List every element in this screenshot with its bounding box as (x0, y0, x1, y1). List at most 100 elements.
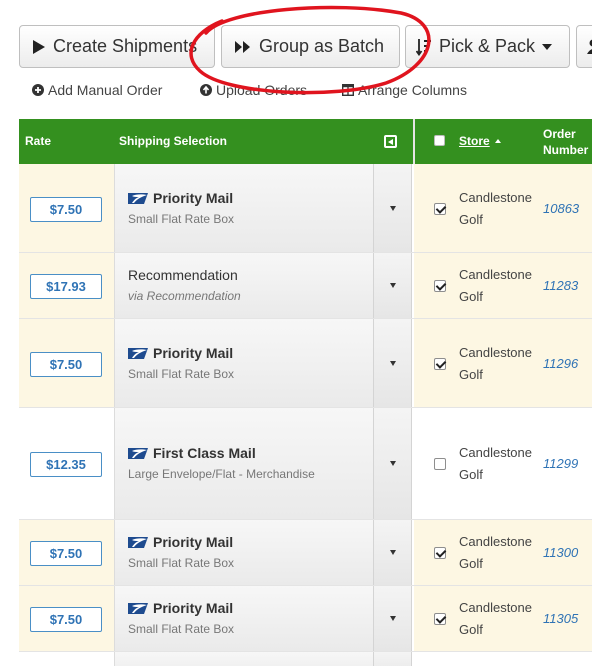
service-dropdown-toggle (373, 652, 412, 666)
pick-and-pack-button[interactable]: Pick & Pack (405, 25, 570, 68)
shipping-selection-cell[interactable]: Priority Mail Small Flat Rate Box (114, 319, 373, 407)
shipping-selection-cell[interactable]: Priority Mail Small Flat Rate Box (114, 586, 373, 651)
row-checkbox[interactable] (434, 280, 446, 292)
collapse-column-icon[interactable] (384, 135, 397, 148)
service-name: Recommendation (128, 267, 238, 283)
select-all-checkbox[interactable] (434, 135, 445, 146)
rate-cell (19, 652, 114, 666)
sort-ascending-icon (495, 139, 501, 143)
header-shipping-selection[interactable]: Shipping Selection (119, 134, 227, 148)
rate-button[interactable]: $7.50 (30, 196, 102, 222)
row-checkbox[interactable] (434, 613, 446, 625)
service-dropdown-toggle[interactable] (373, 408, 412, 519)
rate-cell: $17.93 (19, 253, 114, 318)
service-dropdown-toggle[interactable] (373, 253, 412, 318)
service-dropdown-toggle[interactable] (373, 164, 412, 252)
caret-down-icon (542, 43, 553, 50)
row-checkbox[interactable] (434, 202, 446, 215)
service-name: Priority Mail (153, 189, 234, 206)
order-number-link[interactable]: 11300 (543, 545, 578, 560)
store-name: Candlestone Golf (459, 344, 532, 382)
order-info-cell: Candlestone Golf 10863 (414, 164, 592, 252)
group-as-batch-button[interactable]: Group as Batch (221, 25, 400, 68)
header-order-line1: Order (543, 127, 576, 141)
service-line: Priority Mail (128, 600, 233, 616)
table-row[interactable]: $7.50 Priority Mail Small Flat Rate Box Can… (19, 520, 592, 586)
usps-eagle-icon (128, 603, 148, 614)
sort-list-icon (416, 38, 431, 56)
arrange-columns-link[interactable]: Arrange Columns (342, 81, 467, 99)
header-rate[interactable]: Rate (25, 134, 51, 148)
rate-button[interactable]: $7.50 (30, 541, 102, 566)
columns-icon (342, 84, 354, 96)
service-dropdown-toggle[interactable] (373, 319, 412, 407)
caret-down-icon (390, 283, 396, 288)
header-store[interactable]: Store (459, 134, 490, 148)
usps-eagle-icon (128, 347, 148, 359)
order-number-link[interactable]: 10863 (543, 201, 579, 216)
order-number-link[interactable]: 11283 (543, 278, 578, 293)
order-number-link[interactable]: 11299 (543, 456, 578, 471)
upload-circle-icon (200, 84, 212, 96)
upload-orders-link[interactable]: Upload Orders (200, 81, 307, 99)
rate-cell: $7.50 (19, 520, 114, 585)
table-row[interactable]: $7.50 Priority Mail Small Flat Rate Box Can… (19, 586, 592, 652)
pick-and-pack-label: Pick & Pack (439, 36, 536, 56)
service-name: Priority Mail (153, 344, 234, 361)
shipping-selection-cell[interactable]: Priority Mail Small Flat Rate Box (114, 520, 373, 585)
rate-button[interactable]: $12.35 (30, 452, 102, 477)
table-row[interactable]: $17.93 Recommendation via Recommendation Ca… (19, 253, 592, 319)
service-line: Recommendation (128, 267, 238, 283)
order-number-link[interactable]: 11296 (543, 356, 578, 371)
caret-down-icon (390, 550, 396, 555)
service-name: Priority Mail (153, 600, 234, 616)
service-dropdown-toggle[interactable] (373, 520, 412, 585)
group-as-batch-label: Group as Batch (259, 36, 385, 56)
store-name: Candlestone Golf (459, 534, 532, 571)
shipping-selection-cell (114, 652, 373, 666)
service-detail: via Recommendation (128, 289, 241, 303)
row-checkbox[interactable] (434, 547, 446, 559)
rate-button[interactable]: $7.50 (30, 351, 102, 377)
row-checkbox[interactable] (434, 458, 446, 470)
caret-down-icon (390, 616, 396, 621)
service-line: Priority Mail (128, 534, 233, 550)
header-order-line2: Number (543, 143, 589, 157)
store-name: Candlestone Golf (459, 600, 532, 637)
upload-orders-label: Upload Orders (216, 82, 308, 98)
add-manual-order-link[interactable]: Add Manual Order (32, 81, 162, 99)
more-actions-button[interactable] (576, 25, 592, 68)
header-order-number[interactable]: Order Number (543, 126, 592, 158)
caret-down-icon (390, 360, 396, 366)
rate-cell: $7.50 (19, 586, 114, 651)
user-icon (587, 39, 592, 54)
arrange-columns-label: Arrange Columns (358, 82, 467, 98)
table-row[interactable]: $12.35 First Class Mail Large Envelope/Fla… (19, 408, 592, 520)
create-shipments-button[interactable]: Create Shipments (19, 25, 215, 68)
row-checkbox[interactable] (434, 357, 446, 370)
rate-button[interactable]: $17.93 (30, 274, 102, 299)
service-dropdown-toggle[interactable] (373, 586, 412, 651)
service-detail: Small Flat Rate Box (128, 211, 235, 226)
shipping-selection-cell[interactable]: Priority Mail Small Flat Rate Box (114, 164, 373, 252)
table-row[interactable]: $7.50 Priority Mail Small Flat Rate Box Can… (19, 319, 592, 408)
create-shipments-label: Create Shipments (53, 36, 198, 56)
shipping-selection-cell[interactable]: First Class Mail Large Envelope/Flat - Me… (114, 408, 373, 519)
rate-cell: $7.50 (19, 164, 114, 252)
usps-eagle-icon (128, 192, 148, 204)
rate-cell: $7.50 (19, 319, 114, 407)
order-info-cell: Candlestone Golf 11305 (414, 586, 592, 651)
service-detail: Small Flat Rate Box (128, 366, 235, 381)
service-detail: Small Flat Rate Box (128, 556, 235, 570)
store-name: Candlestone Golf (459, 267, 532, 304)
order-number-link[interactable]: 11305 (543, 611, 578, 626)
service-detail: Small Flat Rate Box (128, 622, 235, 636)
service-line: Priority Mail (128, 190, 233, 206)
store-name: Candlestone Golf (459, 189, 532, 227)
rate-button[interactable]: $7.50 (30, 607, 102, 632)
shipping-selection-cell[interactable]: Recommendation via Recommendation (114, 253, 373, 318)
add-manual-order-label: Add Manual Order (48, 82, 163, 98)
service-name: First Class Mail (153, 445, 256, 461)
order-info-cell: Candlestone Golf 11299 (414, 408, 592, 519)
table-row[interactable]: $7.50 Priority Mail Small Flat Rate Box Can… (19, 164, 592, 253)
